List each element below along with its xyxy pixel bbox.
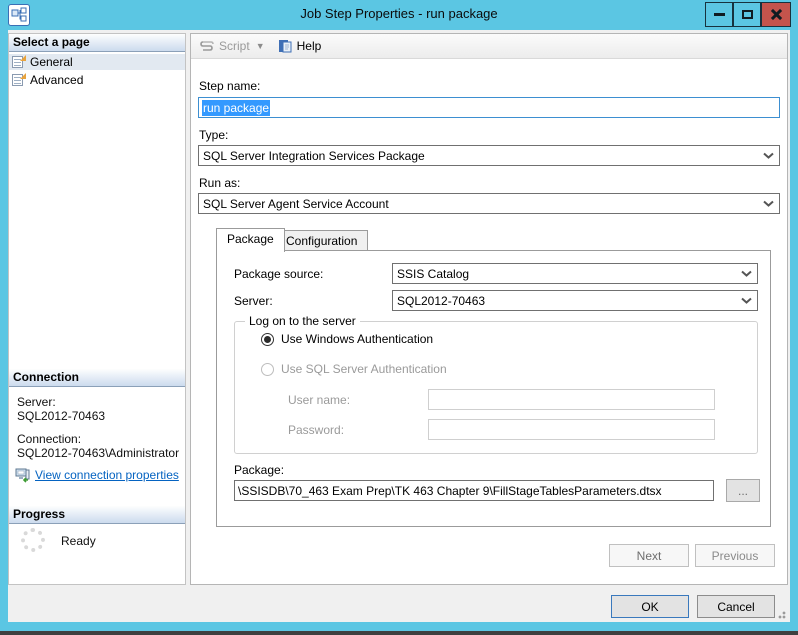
sidebar-item-advanced[interactable]: Advanced <box>9 72 185 88</box>
script-dropdown-icon[interactable]: ▼ <box>256 41 265 51</box>
sidebar-item-general[interactable]: General <box>9 54 185 70</box>
tab-configuration[interactable]: Configuration <box>275 230 369 252</box>
maximize-icon <box>741 10 753 19</box>
run-as-select[interactable]: SQL Server Agent Service Account <box>198 193 780 214</box>
maximize-button[interactable] <box>733 2 761 27</box>
tab-package[interactable]: Package <box>216 228 285 252</box>
resize-grip[interactable] <box>776 609 786 619</box>
previous-button[interactable]: Previous <box>695 544 775 567</box>
title-bar[interactable]: Job Step Properties - run package <box>0 0 798 30</box>
close-icon <box>770 8 783 21</box>
help-icon <box>277 38 293 54</box>
password-input[interactable] <box>428 419 715 440</box>
sidebar-item-label: Advanced <box>30 73 84 87</box>
next-button[interactable]: Next <box>609 544 689 567</box>
run-as-value: SQL Server Agent Service Account <box>203 196 389 211</box>
sql-auth-radio[interactable]: Use SQL Server Authentication <box>261 362 447 376</box>
type-value: SQL Server Integration Services Package <box>203 148 425 163</box>
package-source-value: SSIS Catalog <box>397 266 470 281</box>
run-as-label: Run as: <box>199 176 241 190</box>
progress-status: Ready <box>61 534 96 548</box>
main-panel: Script ▼ Help Step name: run package Typ… <box>190 33 788 585</box>
windows-auth-label: Use Windows Authentication <box>281 332 434 346</box>
user-name-label: User name: <box>288 393 351 407</box>
connection-properties-icon <box>15 467 31 483</box>
progress-spinner-icon <box>21 528 45 552</box>
close-button[interactable] <box>761 2 791 27</box>
ok-button[interactable]: OK <box>611 595 689 618</box>
page-icon <box>12 73 26 87</box>
sql-auth-label: Use SQL Server Authentication <box>281 362 447 376</box>
view-connection-properties-label: View connection properties <box>35 468 179 482</box>
package-label: Package: <box>234 463 285 477</box>
dialog-body: Select a page General Advanced Connectio… <box>8 30 790 622</box>
sidebar: Select a page General Advanced Connectio… <box>8 33 186 585</box>
progress-header: Progress <box>9 506 185 524</box>
server-value: SQL2012-70463 <box>17 409 106 423</box>
minimize-icon <box>713 13 725 16</box>
step-name-label: Step name: <box>199 79 261 93</box>
chevron-down-icon <box>763 200 774 207</box>
logon-group-title: Log on to the server <box>245 314 360 328</box>
cancel-button[interactable]: Cancel <box>697 595 775 618</box>
package-tab-panel: Package source: SSIS Catalog Server: SQL… <box>216 250 771 527</box>
password-label: Password: <box>288 423 345 437</box>
server-select[interactable]: SQL2012-70463 <box>392 290 758 311</box>
user-name-input[interactable] <box>428 389 715 410</box>
package-path-value: \SSISDB\70_463 Exam Prep\TK 463 Chapter … <box>238 483 662 498</box>
package-source-label: Package source: <box>234 267 324 281</box>
package-path-input[interactable]: \SSISDB\70_463 Exam Prep\TK 463 Chapter … <box>234 480 714 501</box>
sidebar-item-label: General <box>30 55 73 69</box>
server-label: Server: <box>17 395 56 409</box>
job-step-properties-window: Job Step Properties - run package Select… <box>0 0 798 635</box>
server-select-value: SQL2012-70463 <box>397 293 486 308</box>
browse-package-button[interactable]: ... <box>726 479 760 502</box>
minimize-button[interactable] <box>705 2 733 27</box>
view-connection-properties-link[interactable]: View connection properties <box>15 467 179 483</box>
toolbar: Script ▼ Help <box>191 34 787 59</box>
chevron-down-icon <box>741 270 752 277</box>
window-bottom-edge <box>0 631 798 635</box>
select-a-page-header: Select a page <box>9 34 185 52</box>
window-title: Job Step Properties - run package <box>300 6 498 21</box>
chevron-down-icon <box>741 297 752 304</box>
type-label: Type: <box>199 128 229 142</box>
step-name-value: run package <box>202 99 271 116</box>
logon-groupbox: Log on to the server Use Windows Authent… <box>234 314 758 454</box>
windows-auth-radio[interactable]: Use Windows Authentication <box>261 332 433 346</box>
radio-selected-icon <box>261 332 274 346</box>
help-button[interactable]: Help <box>297 39 322 53</box>
connection-value: SQL2012-70463\Administrator <box>17 446 180 460</box>
server-select-label: Server: <box>234 294 273 308</box>
script-button[interactable]: Script <box>219 39 250 53</box>
connection-label: Connection: <box>17 432 82 446</box>
script-icon <box>199 38 215 54</box>
package-source-select[interactable]: SSIS Catalog <box>392 263 758 284</box>
connection-header: Connection <box>9 369 185 387</box>
type-select[interactable]: SQL Server Integration Services Package <box>198 145 780 166</box>
chevron-down-icon <box>763 152 774 159</box>
radio-unselected-icon <box>261 362 274 376</box>
page-icon <box>12 55 26 69</box>
step-name-input[interactable]: run package <box>198 97 780 118</box>
